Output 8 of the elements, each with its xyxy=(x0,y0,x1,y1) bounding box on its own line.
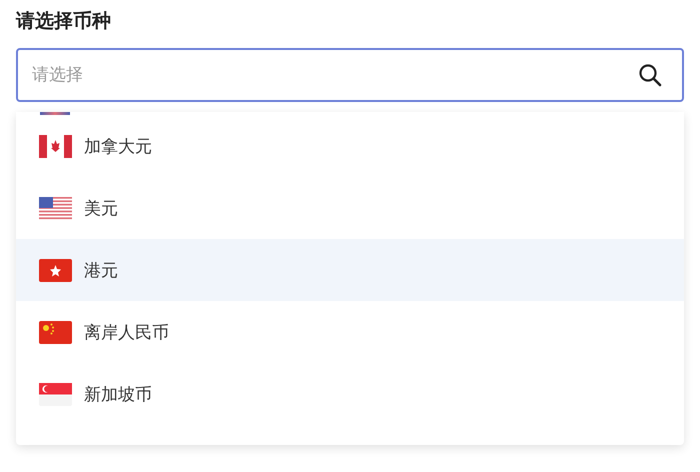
field-label: 请选择币种 xyxy=(16,9,112,34)
search-field[interactable]: 请选择 xyxy=(16,48,684,102)
currency-option[interactable]: 新加坡币 xyxy=(16,363,684,425)
currency-option[interactable]: 港元 xyxy=(16,239,684,301)
search-icon[interactable] xyxy=(638,63,662,87)
currency-option[interactable]: 离岸人民币 xyxy=(16,301,684,363)
currency-option[interactable]: 美元 xyxy=(16,177,684,239)
currency-option[interactable]: 加拿大元 xyxy=(16,115,684,177)
